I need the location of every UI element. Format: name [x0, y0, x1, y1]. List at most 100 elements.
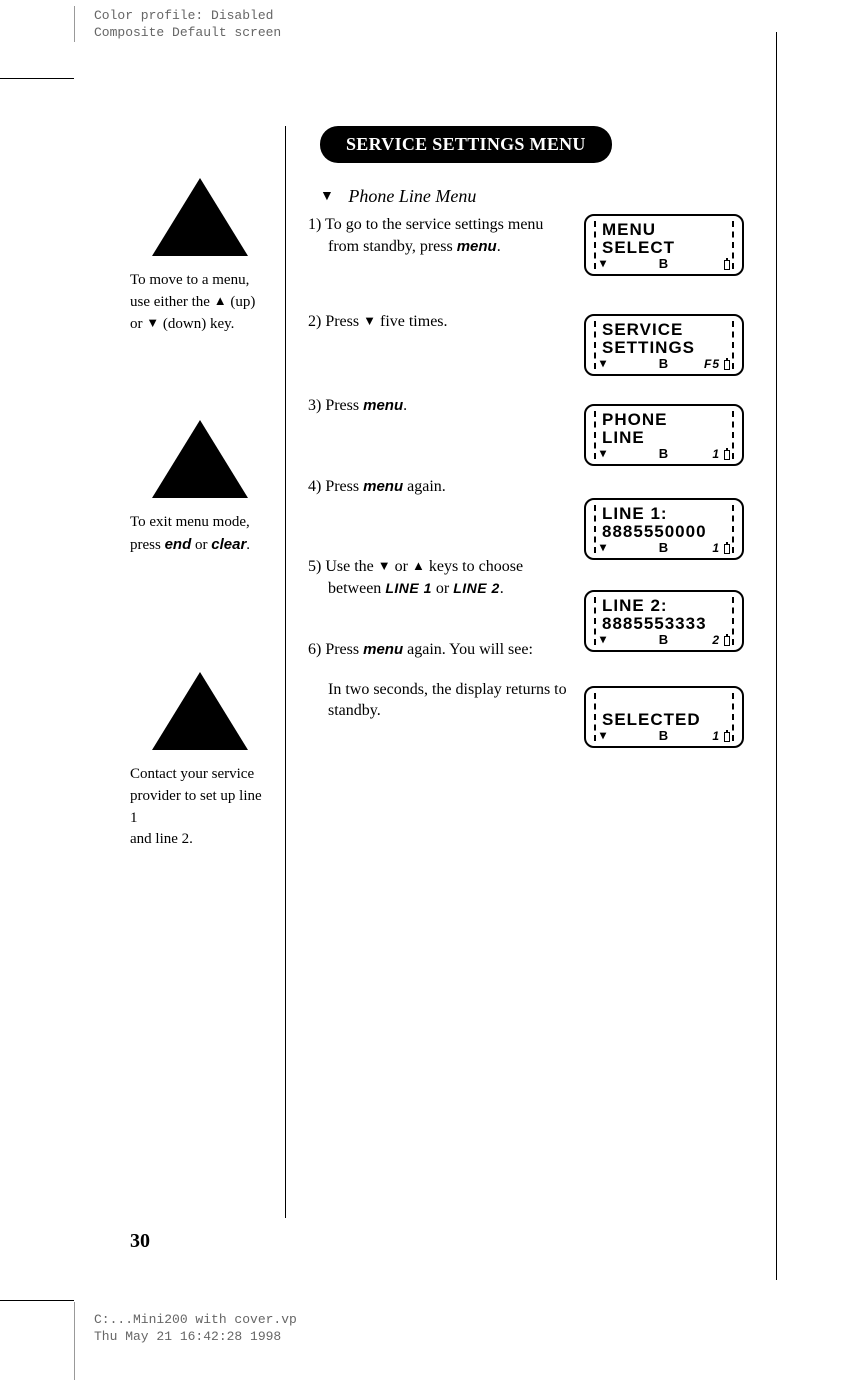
- crop-rule: [0, 78, 74, 79]
- hint-line: or: [130, 316, 146, 332]
- meta-line: Thu May 21 16:42:28 1998: [94, 1329, 297, 1346]
- lcd-fs: 2: [712, 633, 720, 647]
- triangle-down-icon: ▼: [363, 313, 376, 328]
- triangle-icon: TIP: [152, 672, 248, 750]
- lcd-row: LINE 2:: [602, 596, 668, 616]
- section-heading: SERVICE SETTINGS MENU: [320, 126, 612, 163]
- step-text: .: [500, 580, 504, 597]
- tip-line: and line 2.: [130, 831, 193, 847]
- triangle-up-icon: ▲: [214, 293, 227, 308]
- menu-key: menu: [457, 238, 497, 255]
- subsection-text: Phone Line Menu: [348, 186, 476, 206]
- step-followup: In two seconds, the display returns to s…: [308, 679, 568, 722]
- lcd-row: 8885553333: [602, 614, 707, 634]
- menu-key: menu: [363, 397, 403, 414]
- hint-line: press: [130, 537, 165, 553]
- lcd-fs: 1: [712, 447, 720, 461]
- lcd-row: SERVICE: [602, 320, 683, 340]
- print-meta-bottom: C:...Mini200 with cover.vp Thu May 21 16…: [94, 1312, 297, 1346]
- lcd-fs: F5: [704, 357, 720, 371]
- end-key: end: [165, 536, 192, 553]
- hint-line: To move to a menu,: [130, 272, 249, 288]
- tip-text: Contact your service provider to set up …: [130, 764, 270, 851]
- step-4: 4) Press menu again.: [308, 476, 568, 498]
- battery-icon: [724, 260, 730, 270]
- triangle-down-icon: ▼: [146, 315, 159, 330]
- lcd-screen-3: PHONE LINE ▾ B 1: [584, 404, 744, 466]
- step-text: 1) To go to the service settings menu: [308, 216, 543, 233]
- lcd-fs: 1: [712, 729, 720, 743]
- battery-icon: [724, 544, 730, 554]
- page-number: 30: [130, 1230, 150, 1253]
- hint-text: To move to a menu, use either the ▲ (up)…: [130, 270, 270, 335]
- menu-key: menu: [363, 478, 403, 495]
- step-text: 4) Press: [308, 478, 363, 495]
- lcd-screen-6: SELECTED ▾ B 1: [584, 686, 744, 748]
- lcd-screen-5: LINE 2: 8885553333 ▾ B 2: [584, 590, 744, 652]
- lcd-row: MENU: [602, 220, 656, 240]
- triangle-down-icon: ▼: [378, 558, 391, 573]
- triangle-icon: HINT: [152, 420, 248, 498]
- crop-rule: [0, 1300, 74, 1301]
- step-6: 6) Press menu again. You will see: In tw…: [308, 639, 568, 722]
- meta-line: Color profile: Disabled: [94, 8, 281, 25]
- battery-icon: [724, 636, 730, 646]
- hint-line: (down) key.: [159, 316, 234, 332]
- battery-icon: [724, 732, 730, 742]
- step-text: 2) Press: [308, 313, 363, 330]
- step-text: between: [328, 580, 385, 597]
- step-text: 5) Use the: [308, 558, 378, 575]
- step-text: again. You will see:: [403, 641, 533, 658]
- lcd-fs: 1: [712, 541, 720, 555]
- step-text: 6) Press: [308, 641, 363, 658]
- meta-line: C:...Mini200 with cover.vp: [94, 1312, 297, 1329]
- step-text: .: [497, 238, 501, 255]
- step-text: .: [403, 397, 407, 414]
- subsection-heading: ▼ Phone Line Menu: [320, 186, 476, 207]
- step-text: or: [432, 580, 453, 597]
- hint-line: use either the: [130, 294, 214, 310]
- instruction-steps: 1) To go to the service settings menu fr…: [308, 214, 568, 776]
- lcd-screen-1: MENU SELECT ▾ B: [584, 214, 744, 276]
- triangle-down-icon: ▼: [320, 189, 334, 204]
- line2-label: LINE 2: [453, 580, 500, 596]
- step-text: again.: [403, 478, 446, 495]
- lcd-row: PHONE: [602, 410, 667, 430]
- hint-block-1: HINT To move to a menu, use either the ▲…: [130, 178, 270, 335]
- battery-icon: [724, 360, 730, 370]
- battery-icon: [724, 450, 730, 460]
- hint-line: (up): [227, 294, 256, 310]
- hint-text: To exit menu mode, press end or clear.: [130, 512, 270, 557]
- crop-rule: [74, 6, 75, 42]
- tip-line: provider to set up line 1: [130, 788, 262, 826]
- lcd-row: LINE: [602, 428, 645, 448]
- hint-line: .: [246, 537, 250, 553]
- lcd-row: SELECTED: [602, 710, 701, 730]
- menu-key: menu: [363, 641, 403, 658]
- step-3: 3) Press menu.: [308, 395, 568, 417]
- step-text: from standby, press: [328, 238, 457, 255]
- step-text: five times.: [376, 313, 448, 330]
- lcd-row: SETTINGS: [602, 338, 695, 358]
- lcd-row: SELECT: [602, 238, 675, 258]
- line1-label: LINE 1: [385, 580, 432, 596]
- tip-line: Contact your service: [130, 766, 254, 782]
- hint-line: or: [191, 537, 211, 553]
- clear-key: clear: [211, 536, 246, 553]
- step-1: 1) To go to the service settings menu fr…: [308, 214, 568, 257]
- step-text: 3) Press: [308, 397, 363, 414]
- meta-line: Composite Default screen: [94, 25, 281, 42]
- triangle-icon: HINT: [152, 178, 248, 256]
- lcd-row: 8885550000: [602, 522, 707, 542]
- triangle-up-icon: ▲: [412, 558, 425, 573]
- lcd-screen-2: SERVICE SETTINGS ▾ B F5: [584, 314, 744, 376]
- lcd-b: B: [586, 256, 742, 271]
- column-divider: [285, 126, 286, 1218]
- print-meta-top: Color profile: Disabled Composite Defaul…: [94, 8, 281, 42]
- step-5: 5) Use the ▼ or ▲ keys to choose between…: [308, 556, 568, 599]
- step-text: keys to choose: [425, 558, 523, 575]
- hint-line: To exit menu mode,: [130, 514, 250, 530]
- hint-block-2: HINT To exit menu mode, press end or cle…: [130, 420, 270, 557]
- crop-rule: [776, 32, 777, 1280]
- crop-rule: [74, 1302, 75, 1380]
